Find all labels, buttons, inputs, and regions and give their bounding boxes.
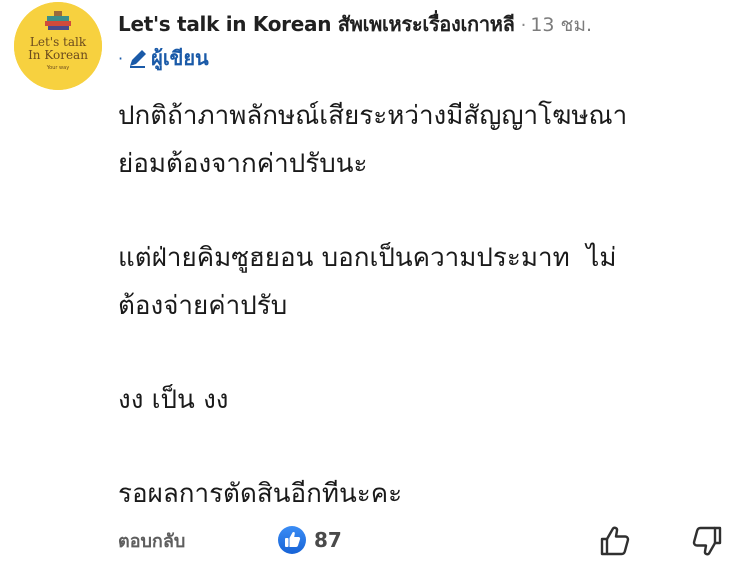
timestamp[interactable]: 13 ชม.	[530, 14, 592, 36]
comment-actions: ตอบกลับ 87	[118, 520, 733, 564]
svg-text:Your way: Your way	[46, 65, 69, 71]
author-badge-label: ผู้เขียน	[151, 46, 209, 70]
comment-line: งง เป็น งง	[118, 385, 229, 415]
svg-text:Let's talk: Let's talk	[30, 35, 87, 49]
like-count-group[interactable]: 87	[278, 526, 342, 554]
author-name[interactable]: Let's talk in Korean สัพเพเหระเรื่องเกาห…	[118, 12, 515, 36]
like-count: 87	[314, 528, 342, 552]
comment-line: ปกติถ้าภาพลักษณ์เสียระหว่างมีสัญญาโฆษณา	[118, 101, 628, 131]
thumbs-up-icon[interactable]	[598, 524, 632, 558]
thumbs-down-icon[interactable]	[690, 524, 724, 558]
comment-line: ต้องจ่ายค่าปรับ	[118, 291, 288, 321]
pen-icon	[127, 47, 149, 69]
badge-dot: ·	[118, 48, 124, 68]
avatar[interactable]: Let's talk In Korean Your way	[14, 2, 102, 90]
thumbs-up-badge-icon	[278, 526, 306, 554]
reply-button[interactable]: ตอบกลับ	[118, 526, 185, 555]
svg-text:In Korean: In Korean	[28, 48, 88, 62]
comment-line: รอผลการตัดสินอีกทีนะคะ	[118, 479, 403, 509]
author-badge: · ผู้เขียน	[118, 45, 209, 71]
comment-body: ปกติถ้าภาพลักษณ์เสียระหว่างมีสัญญาโฆษณา …	[118, 92, 733, 518]
logo-icon: Let's talk In Korean Your way	[14, 2, 102, 90]
comment-line: ย่อมต้องจากค่าปรับนะ	[118, 149, 368, 179]
comment-header: Let's talk in Korean สัพเพเหระเรื่องเกาห…	[118, 8, 738, 38]
separator-dot: ·	[520, 15, 527, 36]
comment-line: แต่ฝ่ายคิมซูฮยอน บอกเป็นความประมาท ไม่	[118, 243, 617, 273]
